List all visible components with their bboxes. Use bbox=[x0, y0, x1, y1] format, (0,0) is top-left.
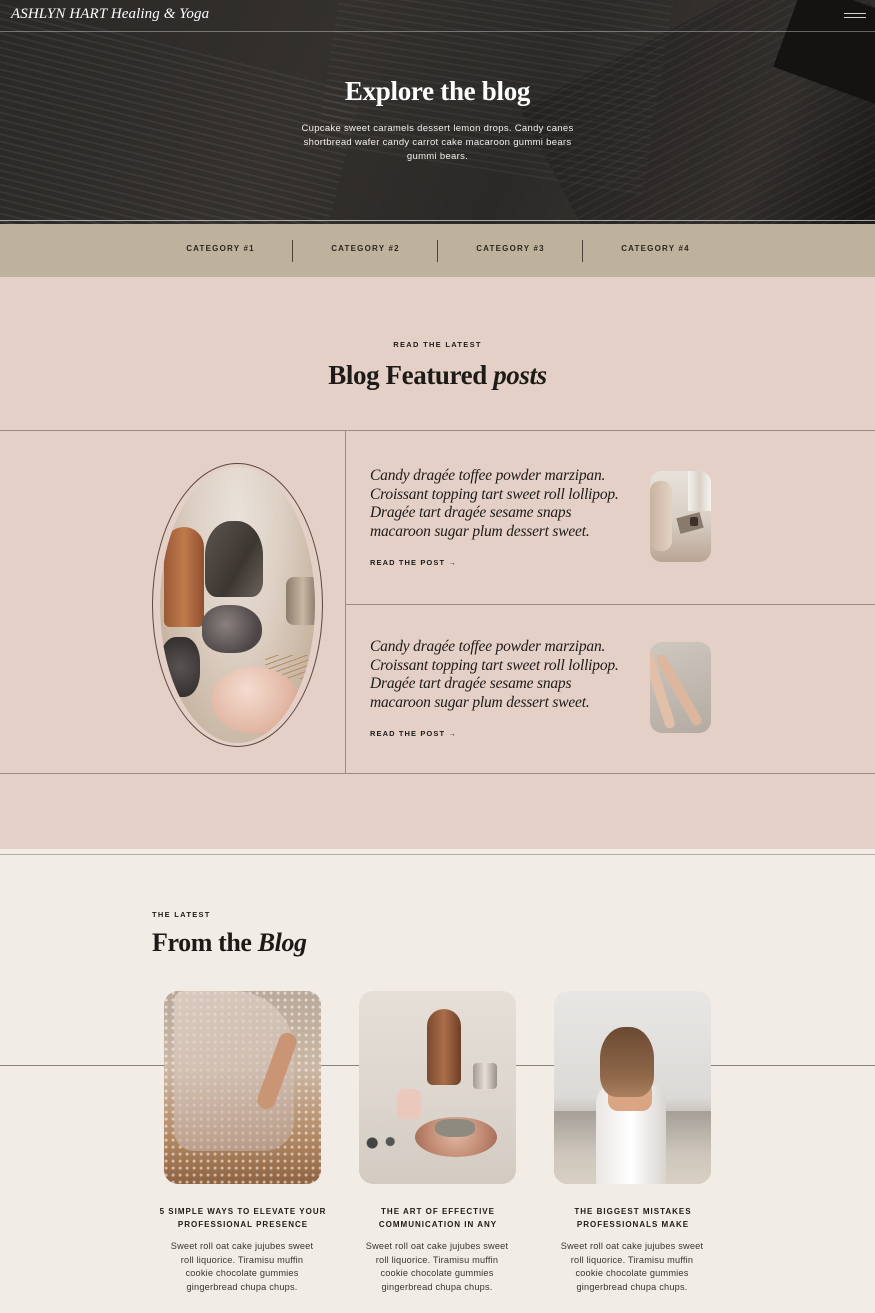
blog-title: From the Blog bbox=[152, 928, 307, 958]
hero-banner: ASHLYN HART Healing & Yoga Explore the b… bbox=[0, 0, 875, 224]
featured-post-excerpt: Candy dragée toffee powder marzipan. Cro… bbox=[370, 467, 619, 540]
blog-eyebrow: THE LATEST bbox=[152, 910, 211, 919]
featured-post-excerpt: Candy dragée toffee powder marzipan. Cro… bbox=[370, 638, 619, 711]
featured-post-thumbnail[interactable] bbox=[650, 471, 711, 562]
blog-card-image[interactable] bbox=[359, 991, 516, 1184]
blog-card-title[interactable]: THE BIGGEST MISTAKES PROFESSIONALS MAKE bbox=[548, 1205, 718, 1231]
hero-title: Explore the blog bbox=[344, 76, 531, 106]
hamburger-menu-icon[interactable] bbox=[844, 10, 866, 22]
book-page-image bbox=[0, 0, 363, 224]
blog-title-main: From the bbox=[152, 928, 252, 957]
section-divider bbox=[0, 854, 875, 855]
blog-card-image[interactable] bbox=[554, 991, 711, 1184]
category-nav: CATEGORY #1 CATEGORY #2 CATEGORY #3 CATE… bbox=[0, 224, 875, 277]
blog-card-excerpt: Sweet roll oat cake jujubes sweet roll l… bbox=[170, 1241, 314, 1292]
header-divider bbox=[0, 31, 875, 32]
blog-title-italic: Blog bbox=[257, 928, 307, 957]
featured-posts-section: READ THE LATEST Blog Featured posts Cand… bbox=[0, 277, 875, 849]
featured-column-divider bbox=[345, 430, 346, 773]
featured-eyebrow: READ THE LATEST bbox=[393, 340, 482, 349]
featured-title: Blog Featured posts bbox=[0, 360, 875, 391]
blog-card-excerpt: Sweet roll oat cake jujubes sweet roll l… bbox=[560, 1241, 704, 1292]
blog-card-excerpt: Sweet roll oat cake jujubes sweet roll l… bbox=[365, 1241, 509, 1292]
hero-bottom-divider bbox=[0, 220, 875, 221]
read-post-link[interactable]: READ THE POST → bbox=[370, 729, 457, 738]
category-link-4[interactable]: CATEGORY #4 bbox=[583, 244, 728, 253]
read-post-link[interactable]: READ THE POST → bbox=[370, 558, 457, 567]
category-link-3[interactable]: CATEGORY #3 bbox=[438, 244, 583, 253]
brand-logo[interactable]: ASHLYN HART Healing & Yoga bbox=[11, 6, 209, 23]
blog-card-title[interactable]: THE ART OF EFFECTIVE COMMUNICATION IN AN… bbox=[353, 1205, 523, 1231]
blog-card-image[interactable] bbox=[164, 991, 321, 1184]
crystals-oval-image bbox=[160, 467, 315, 743]
featured-title-italic: posts bbox=[493, 360, 547, 390]
featured-post-thumbnail[interactable] bbox=[650, 642, 711, 733]
featured-title-main: Blog Featured bbox=[328, 360, 487, 390]
featured-bottom-divider bbox=[0, 773, 875, 774]
category-link-1[interactable]: CATEGORY #1 bbox=[148, 244, 293, 253]
hero-description: Cupcake sweet caramels dessert lemon dro… bbox=[301, 123, 574, 162]
blog-card-title[interactable]: 5 SIMPLE WAYS TO ELEVATE YOUR PROFESSION… bbox=[158, 1205, 328, 1231]
post-divider bbox=[345, 604, 875, 605]
featured-top-divider bbox=[0, 430, 875, 431]
category-link-2[interactable]: CATEGORY #2 bbox=[293, 244, 438, 253]
